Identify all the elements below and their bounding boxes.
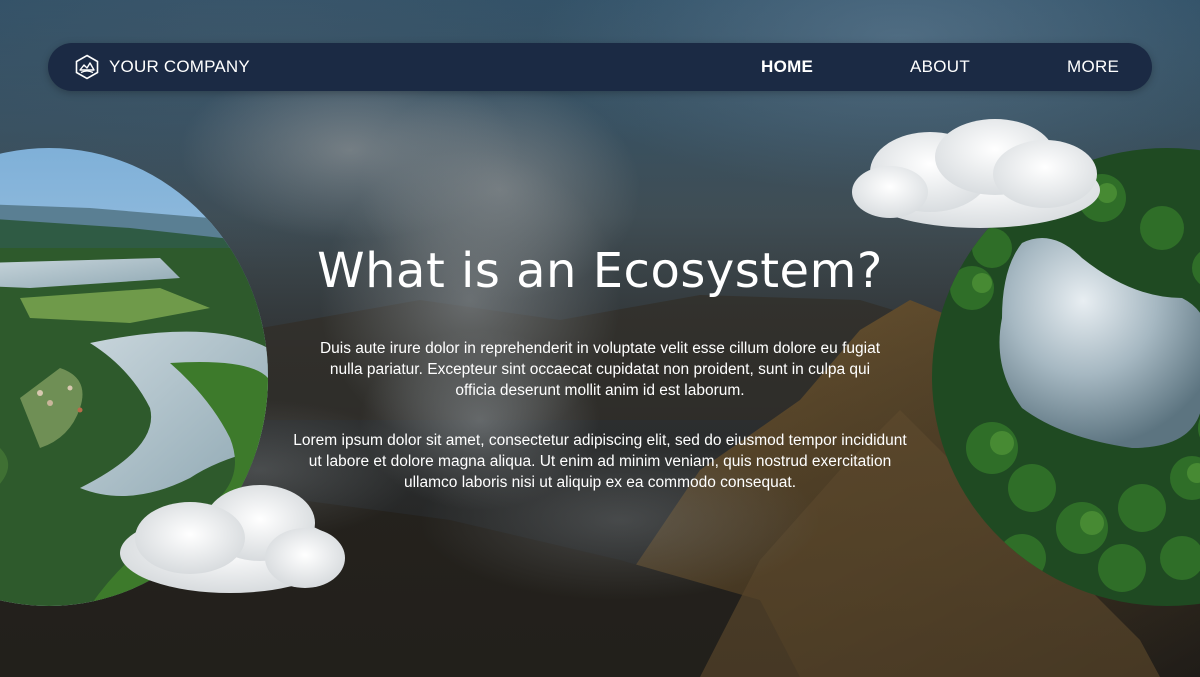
company-logo-icon bbox=[74, 54, 100, 80]
brand[interactable]: YOUR COMPANY bbox=[74, 43, 250, 91]
cloud-bottom-left bbox=[120, 485, 345, 593]
nav-link-more[interactable]: MORE bbox=[1067, 43, 1119, 91]
nav-link-about[interactable]: ABOUT bbox=[910, 43, 970, 91]
cloud-top-right bbox=[852, 119, 1100, 228]
top-navbar: YOUR COMPANY HOME ABOUT MORE bbox=[48, 43, 1152, 91]
hero-scene: YOUR COMPANY HOME ABOUT MORE What is an … bbox=[0, 0, 1200, 677]
hero-paragraph-2: Lorem ipsum dolor sit amet, consectetur … bbox=[293, 432, 907, 491]
nav-link-home[interactable]: HOME bbox=[761, 43, 813, 91]
brand-name: YOUR COMPANY bbox=[109, 57, 250, 76]
hero-paragraph-1: Duis aute irure dolor in reprehenderit i… bbox=[319, 340, 881, 399]
page-title: What is an Ecosystem? bbox=[317, 243, 883, 299]
